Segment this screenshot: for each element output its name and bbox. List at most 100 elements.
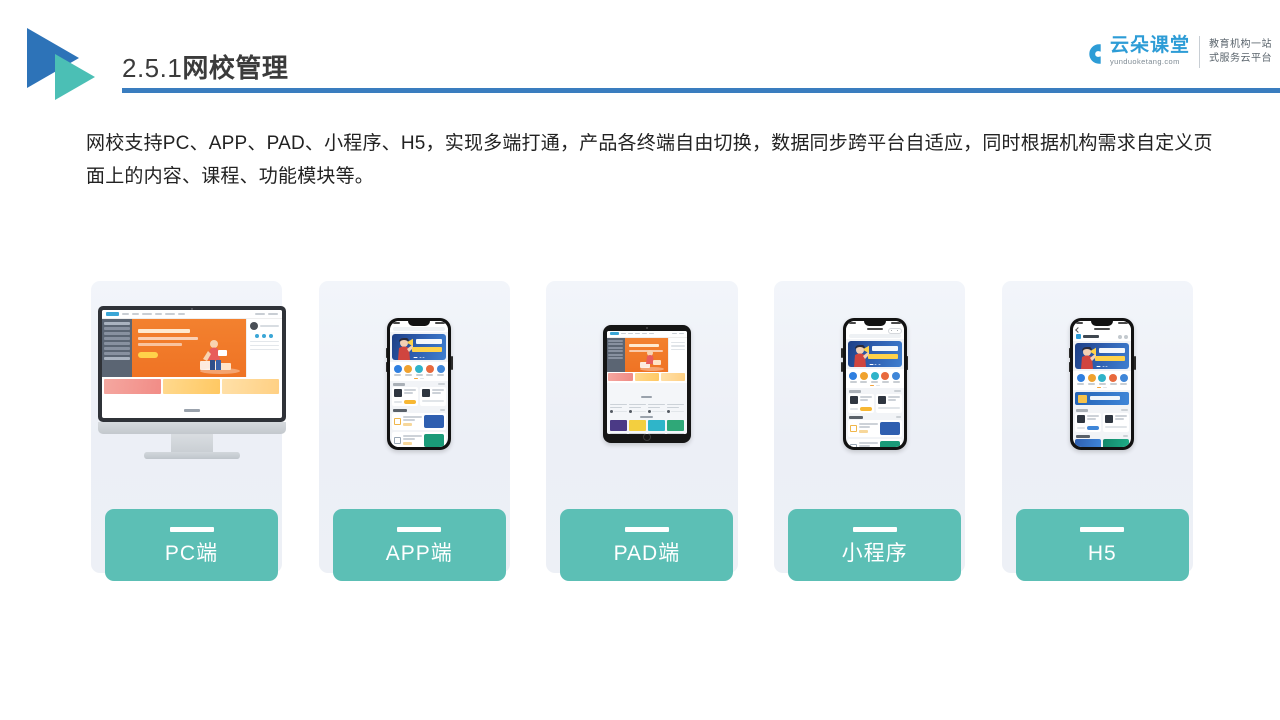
quick-entry xyxy=(1087,373,1096,385)
page-title: 2.5.1网校管理 xyxy=(122,48,288,85)
sidebar-item xyxy=(103,347,130,350)
course-tile xyxy=(647,420,665,434)
brand-mark: 云朵课堂 yunduoketang.com xyxy=(1077,36,1190,68)
course-card xyxy=(1075,412,1102,432)
platform-card-h5[interactable]: H5 xyxy=(1001,281,1194,581)
device-preview-tablet xyxy=(546,281,747,486)
miniprogram-capsule-button[interactable] xyxy=(887,327,902,334)
sidebar-item xyxy=(103,352,130,355)
course-list-row xyxy=(847,438,902,447)
hero-cta-button xyxy=(137,352,158,358)
course-tile xyxy=(666,420,684,434)
nav-item xyxy=(648,332,654,335)
home-button[interactable] xyxy=(642,433,651,441)
brand-tagline-line1: 教育机构一站 xyxy=(1209,38,1272,50)
course-card xyxy=(420,386,447,406)
promo-strip xyxy=(101,377,282,396)
section-heading xyxy=(102,396,282,418)
course-badge-icon xyxy=(394,436,402,444)
course-list-row xyxy=(847,419,902,437)
platform-label-pc[interactable]: PC端 xyxy=(105,509,278,581)
quick-entry xyxy=(1119,373,1128,385)
platform-card-app[interactable]: APP端 xyxy=(318,281,510,581)
promo-card xyxy=(634,373,660,381)
hero-banner xyxy=(624,337,668,372)
imac-chin xyxy=(97,422,286,434)
megaphone-icon xyxy=(863,345,869,353)
imac-stand-neck xyxy=(170,434,213,453)
user-avatar xyxy=(249,322,279,330)
label-dash xyxy=(169,526,214,532)
course-list-row xyxy=(392,431,447,447)
banner-title xyxy=(416,338,443,344)
site-logo-icon xyxy=(105,312,119,316)
platform-label-text: H5 xyxy=(1087,541,1117,565)
nav-item xyxy=(177,313,185,315)
iphone-illustration xyxy=(385,317,453,450)
platform-card-pc[interactable]: PC端 xyxy=(91,281,286,581)
nav-item xyxy=(131,313,139,315)
miniprogram-screen xyxy=(845,320,904,447)
website-body xyxy=(101,319,282,377)
platform-label-miniprogram[interactable]: 小程序 xyxy=(788,509,962,581)
ipad-illustration xyxy=(602,324,691,443)
brand-logo-icon xyxy=(1076,334,1082,339)
platform-label-h5[interactable]: H5 xyxy=(1015,509,1189,581)
back-arrow-icon[interactable] xyxy=(1074,326,1081,333)
hero-subline xyxy=(137,343,182,346)
hero-banner xyxy=(131,319,246,377)
platform-label-text: 小程序 xyxy=(841,541,908,565)
platform-card-pad[interactable]: PAD端 xyxy=(546,281,738,581)
nav-item xyxy=(141,313,152,315)
nav-item xyxy=(164,313,175,315)
platform-label-pad[interactable]: PAD端 xyxy=(560,509,734,581)
hero-illustration xyxy=(639,349,664,371)
double-triangle-logo xyxy=(27,28,109,100)
quick-entry-row xyxy=(845,368,904,385)
h5-promo-banner xyxy=(1075,392,1130,405)
sidebar-item xyxy=(103,342,130,345)
platform-label-app[interactable]: APP端 xyxy=(332,509,506,581)
brand-domain: yunduoketang.com xyxy=(1109,57,1180,66)
course-item xyxy=(666,403,684,413)
website-preview xyxy=(101,310,282,418)
slide-number: 2.5.1 xyxy=(122,53,183,83)
brand-bar-actions xyxy=(1118,334,1129,339)
brand-tagline: 教育机构一站 式服务云平台 xyxy=(1209,38,1272,67)
slide-header: 2.5.1网校管理 云朵课堂 yunduoketang.com 教育机构一站 式… xyxy=(0,0,1280,100)
sidebar-item xyxy=(103,322,130,325)
bottom-thumbnail-row xyxy=(1073,438,1131,447)
volume-down-button xyxy=(1068,361,1071,372)
promo-card xyxy=(608,373,634,381)
quick-entry xyxy=(1098,373,1107,385)
quick-entry xyxy=(1076,373,1085,385)
platform-card-row: PC端 APP端 PAD端 小程序 H5 xyxy=(91,281,1194,581)
nav-action xyxy=(254,313,265,315)
hero-illustration xyxy=(199,340,240,374)
quick-entry xyxy=(849,371,857,383)
triangle-teal-icon xyxy=(55,54,95,100)
sidebar-item xyxy=(103,327,130,330)
course-list xyxy=(607,403,687,416)
promo-card xyxy=(660,373,686,381)
recommend-section-header xyxy=(845,412,904,420)
course-card xyxy=(392,386,419,406)
brand-text: 云朵课堂 yunduoketang.com xyxy=(1110,36,1190,66)
label-dash xyxy=(624,526,669,532)
course-tile xyxy=(628,420,646,434)
miniprogram-title xyxy=(866,327,883,331)
front-camera-icon xyxy=(645,327,648,329)
banner-title xyxy=(871,345,898,351)
quick-entry xyxy=(1109,373,1118,385)
app-hero-banner xyxy=(847,340,902,367)
course-grid xyxy=(607,420,687,434)
h5-brand-bar xyxy=(1073,332,1132,341)
platform-label-text: PAD端 xyxy=(613,541,681,565)
sidebar-item xyxy=(103,337,130,340)
promo-gift-icon xyxy=(1078,394,1088,403)
platform-card-miniprogram[interactable]: 小程序 xyxy=(774,281,966,581)
nav-item xyxy=(121,313,129,315)
recommend-section-header xyxy=(390,405,449,413)
aside-line xyxy=(249,340,279,343)
notch xyxy=(408,320,431,326)
